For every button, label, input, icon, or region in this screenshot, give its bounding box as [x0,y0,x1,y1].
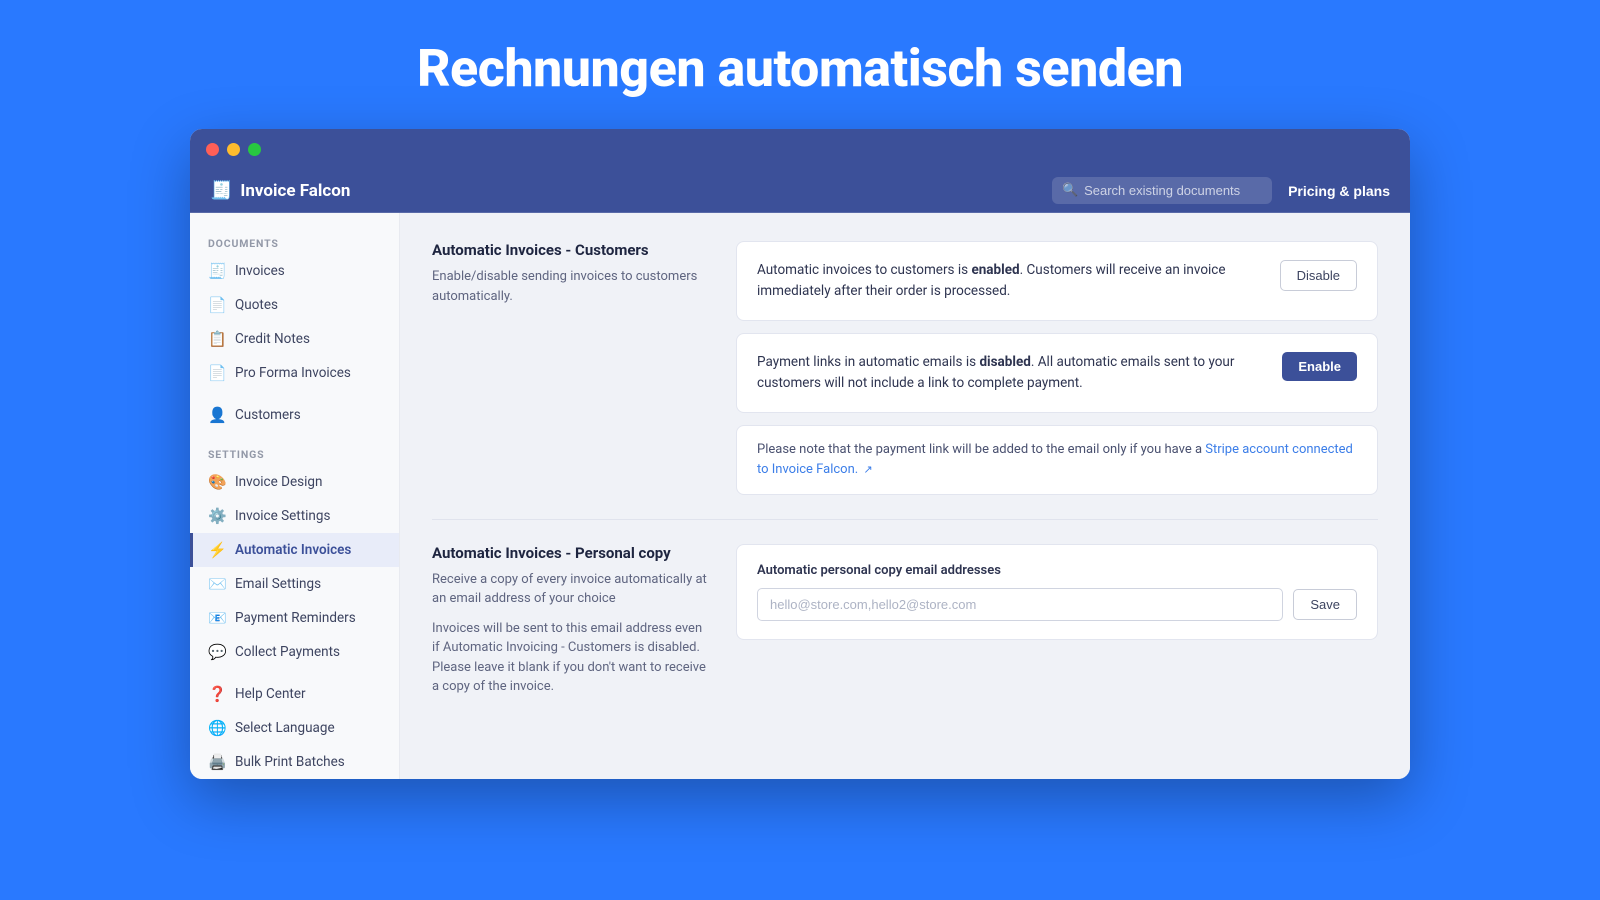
app-window: 🧾 Invoice Falcon 🔍 Pricing & plans DOCUM… [190,129,1410,779]
payment-reminders-icon: 📧 [208,609,226,627]
pro-forma-icon: 📄 [208,364,226,382]
sidebar-item-customers[interactable]: 👤 Customers [190,398,399,432]
bulk-print-label: Bulk Print Batches [235,754,345,770]
pro-forma-label: Pro Forma Invoices [235,365,351,381]
collect-payments-label: Collect Payments [235,644,340,660]
quotes-label: Quotes [235,297,278,313]
customers-icon: 👤 [208,406,226,424]
invoice-settings-icon: ⚙️ [208,507,226,525]
invoice-design-icon: 🎨 [208,473,226,491]
titlebar [190,129,1410,169]
sidebar-item-help-center[interactable]: ❓ Help Center [190,677,399,711]
payment-reminders-label: Payment Reminders [235,610,356,626]
section-personal-right: Automatic personal copy email addresses … [736,544,1378,697]
section-customers-desc: Enable/disable sending invoices to custo… [432,267,712,306]
section-personal-desc2: Invoices will be sent to this email addr… [432,619,712,697]
quotes-icon: 📄 [208,296,226,314]
email-input-row: Save [757,588,1357,621]
card1-text-prefix: Automatic invoices to customers is [757,262,971,278]
disable-button[interactable]: Disable [1280,260,1357,291]
sidebar-item-invoice-design[interactable]: 🎨 Invoice Design [190,465,399,499]
credit-notes-label: Credit Notes [235,331,310,347]
titlebar-close-dot[interactable] [206,143,219,156]
pricing-button[interactable]: Pricing & plans [1288,183,1390,199]
automatic-invoices-label: Automatic Invoices [235,542,351,558]
card2-text-prefix: Payment links in automatic emails is [757,354,979,370]
titlebar-minimize-dot[interactable] [227,143,240,156]
help-center-icon: ❓ [208,685,226,703]
help-center-label: Help Center [235,686,306,702]
section-personal-left: Automatic Invoices - Personal copy Recei… [432,544,712,697]
email-settings-icon: ✉️ [208,575,226,593]
payment-links-card: Payment links in automatic emails is dis… [736,333,1378,413]
main-content: Automatic Invoices - Customers Enable/di… [400,213,1410,779]
card1-text-bold: enabled [971,262,1019,278]
enable-button[interactable]: Enable [1282,352,1357,381]
credit-notes-icon: 📋 [208,330,226,348]
search-wrap: 🔍 [1052,177,1272,204]
note-text-prefix: Please note that the payment link will b… [757,442,1205,457]
save-button[interactable]: Save [1293,589,1357,620]
external-link-icon: ↗ [863,463,872,476]
sidebar-item-invoices[interactable]: 🧾 Invoices [190,254,399,288]
hero-title: Rechnungen automatisch senden [377,0,1223,129]
bulk-print-icon: 🖨️ [208,753,226,771]
payment-links-text: Payment links in automatic emails is dis… [757,352,1266,394]
auto-invoices-card: Automatic invoices to customers is enabl… [736,241,1378,321]
section-personal-desc1: Receive a copy of every invoice automati… [432,570,712,609]
settings-section-label: SETTINGS [190,440,399,465]
sidebar: DOCUMENTS 🧾 Invoices 📄 Quotes 📋 Credit N… [190,213,400,779]
sidebar-item-automatic-invoices[interactable]: ⚡ Automatic Invoices [190,533,399,567]
invoices-label: Invoices [235,263,285,279]
sidebar-item-select-language[interactable]: 🌐 Select Language [190,711,399,745]
sidebar-item-pro-forma[interactable]: 📄 Pro Forma Invoices [190,356,399,390]
section-personal-copy: Automatic Invoices - Personal copy Recei… [432,544,1378,697]
card2-text-bold: disabled [979,354,1030,370]
titlebar-maximize-dot[interactable] [248,143,261,156]
sidebar-item-bulk-print[interactable]: 🖨️ Bulk Print Batches [190,745,399,779]
auto-invoices-text: Automatic invoices to customers is enabl… [757,260,1264,302]
section-personal-title: Automatic Invoices - Personal copy [432,544,712,562]
section-divider [432,519,1378,520]
search-icon: 🔍 [1062,183,1078,198]
personal-copy-label: Automatic personal copy email addresses [757,563,1357,578]
search-input[interactable] [1052,177,1272,204]
brand-name: Invoice Falcon [240,181,350,201]
invoices-icon: 🧾 [208,262,226,280]
automatic-invoices-icon: ⚡ [208,541,226,559]
navbar-right: 🔍 Pricing & plans [1052,177,1390,204]
customers-label: Customers [235,407,301,423]
navbar: 🧾 Invoice Falcon 🔍 Pricing & plans [190,169,1410,213]
invoice-design-label: Invoice Design [235,474,322,490]
invoice-settings-label: Invoice Settings [235,508,330,524]
email-settings-label: Email Settings [235,576,321,592]
collect-payments-icon: 💬 [208,643,226,661]
sidebar-item-email-settings[interactable]: ✉️ Email Settings [190,567,399,601]
main-layout: DOCUMENTS 🧾 Invoices 📄 Quotes 📋 Credit N… [190,213,1410,779]
section-customers-title: Automatic Invoices - Customers [432,241,712,259]
stripe-note-card: Please note that the payment link will b… [736,425,1378,495]
sidebar-item-invoice-settings[interactable]: ⚙️ Invoice Settings [190,499,399,533]
personal-copy-card: Automatic personal copy email addresses … [736,544,1378,640]
email-input[interactable] [757,588,1283,621]
sidebar-item-payment-reminders[interactable]: 📧 Payment Reminders [190,601,399,635]
section-customers: Automatic Invoices - Customers Enable/di… [432,241,1378,495]
stripe-note-text: Please note that the payment link will b… [757,440,1357,480]
select-language-icon: 🌐 [208,719,226,737]
sidebar-item-credit-notes[interactable]: 📋 Credit Notes [190,322,399,356]
brand: 🧾 Invoice Falcon [210,180,350,201]
brand-icon: 🧾 [210,180,232,201]
select-language-label: Select Language [235,720,335,736]
sidebar-item-collect-payments[interactable]: 💬 Collect Payments [190,635,399,669]
sidebar-item-quotes[interactable]: 📄 Quotes [190,288,399,322]
section-customers-left: Automatic Invoices - Customers Enable/di… [432,241,712,495]
section-customers-right: Automatic invoices to customers is enabl… [736,241,1378,495]
documents-section-label: DOCUMENTS [190,229,399,254]
